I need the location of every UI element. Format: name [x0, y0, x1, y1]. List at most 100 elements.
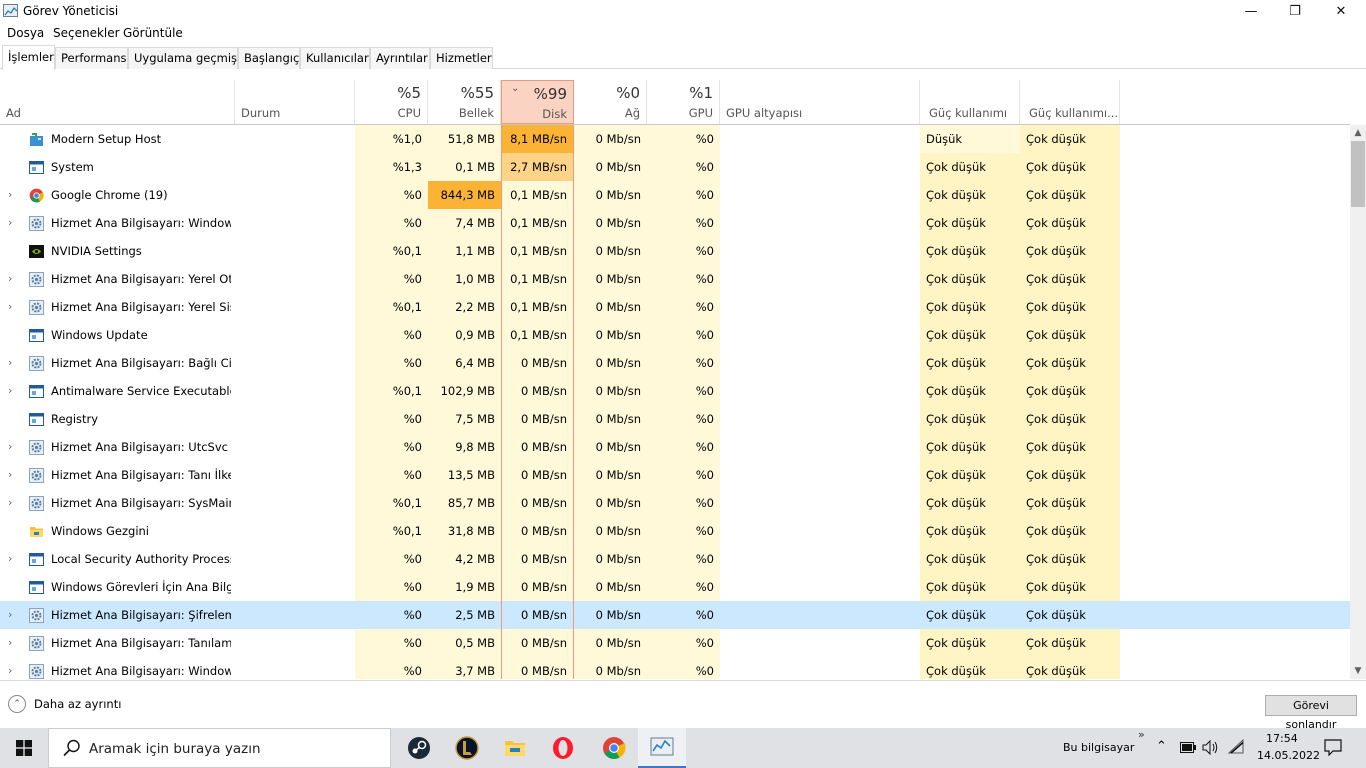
col-memory[interactable]: %55 Bellek	[428, 80, 501, 124]
tab-details[interactable]: Ayrıntılar	[370, 47, 430, 69]
expand-chevron-icon[interactable]: ›	[8, 545, 12, 573]
tab-performance[interactable]: Performans	[55, 47, 128, 69]
clock-time[interactable]: 17:54	[1266, 732, 1298, 745]
table-row[interactable]: › Antimalware Service Executable %0,1 102,9…	[0, 377, 1350, 405]
fewer-details-button[interactable]: ⌃ Daha az ayrıntı	[8, 695, 121, 713]
end-task-button[interactable]: Görevi sonlandır	[1265, 695, 1357, 731]
table-row[interactable]: › Hizmet Ana Bilgisayarı: SysMain %0,1 85,7…	[0, 489, 1350, 517]
tray-chevron-up-icon[interactable]: ⌃	[1156, 739, 1167, 754]
menu-view[interactable]: Görüntüle	[123, 26, 183, 40]
table-row[interactable]: Windows Görevleri İçin Ana Bilg... %0 1,9 …	[0, 573, 1350, 601]
expand-chevron-icon[interactable]: ›	[8, 181, 12, 209]
taskbar-opera[interactable]	[539, 728, 587, 768]
taskbar-task-manager[interactable]	[638, 728, 686, 768]
expand-chevron-icon[interactable]: ›	[8, 349, 12, 377]
table-row[interactable]: › Google Chrome (19) %0 844,3 MB 0,1 MB/sn 0 …	[0, 181, 1350, 209]
gpu-cell: %0	[647, 377, 720, 405]
cpu-cell: %0	[355, 181, 428, 209]
col-cpu-pct: %5	[397, 84, 421, 102]
col-name[interactable]: Ad	[0, 80, 235, 124]
scroll-up-icon[interactable]: ▲	[1350, 125, 1366, 141]
table-row[interactable]: Registry %0 7,5 MB 0 MB/sn 0 Mb/sn %0 Çok düşü…	[0, 405, 1350, 433]
expand-chevron-icon[interactable]: ›	[8, 601, 12, 629]
table-row[interactable]: NVIDIA Settings %0,1 1,1 MB 0,1 MB/sn 0 Mb/s…	[0, 237, 1350, 265]
network-cell: 0 Mb/sn	[574, 349, 647, 377]
battery-icon[interactable]	[1180, 742, 1196, 753]
memory-cell: 7,5 MB	[428, 405, 501, 433]
vertical-scrollbar[interactable]: ▲ ▼	[1350, 125, 1366, 679]
process-name: Hizmet Ana Bilgisayarı: Şifrelem...	[51, 608, 231, 622]
start-button[interactable]	[0, 728, 48, 768]
cpu-cell: %0,1	[355, 517, 428, 545]
expand-chevron-icon[interactable]: ›	[8, 377, 12, 405]
taskbar-chrome[interactable]	[590, 728, 638, 768]
table-row[interactable]: › Local Security Authority Process... %0 4,…	[0, 545, 1350, 573]
tab-services[interactable]: Hizmetler	[430, 47, 493, 69]
col-gpu-label: GPU	[688, 106, 713, 120]
tab-startup[interactable]: Başlangıç	[238, 47, 300, 69]
power-trend-cell: Çok düşük	[1020, 349, 1120, 377]
table-row[interactable]: › Hizmet Ana Bilgisayarı: UtcSvc %0 9,8 MB 0…	[0, 433, 1350, 461]
menu-file[interactable]: Dosya	[7, 26, 44, 40]
table-row[interactable]: › Hizmet Ana Bilgisayarı: Şifrelem... %0 2,…	[0, 601, 1350, 629]
table-row[interactable]: System %1,3 0,1 MB 2,7 MB/sn 0 Mb/sn %0 Çok dü…	[0, 153, 1350, 181]
col-status[interactable]: Durum	[235, 80, 355, 124]
power-cell: Çok düşük	[920, 601, 1020, 629]
table-row[interactable]: › Hizmet Ana Bilgisayarı: Bağlı Ci... %0 6,…	[0, 349, 1350, 377]
taskbar-file-explorer[interactable]	[491, 728, 539, 768]
col-network[interactable]: %0 Ağ	[574, 80, 647, 124]
table-row[interactable]: › Hizmet Ana Bilgisayarı: Yerel Sis... %0,…	[0, 293, 1350, 321]
scroll-down-icon[interactable]: ▼	[1350, 663, 1366, 679]
gear-icon	[29, 356, 44, 371]
expand-chevron-icon[interactable]: ›	[8, 489, 12, 517]
cpu-cell: %0	[355, 209, 428, 237]
col-gpu-engine[interactable]: GPU altyapısı	[720, 80, 920, 124]
tab-processes[interactable]: İşlemler	[2, 45, 55, 70]
taskbar: Aramak için buraya yazın » Bu bilgisayar…	[0, 728, 1366, 768]
col-power[interactable]: Güç kullanımı	[920, 80, 1020, 124]
minimize-button[interactable]: —	[1228, 0, 1274, 22]
cpu-cell: %0,1	[355, 293, 428, 321]
expand-chevron-icon[interactable]: ›	[8, 433, 12, 461]
tab-app-history[interactable]: Uygulama geçmişi	[128, 47, 240, 69]
table-row[interactable]: › Hizmet Ana Bilgisayarı: Window... %0 7,4 …	[0, 209, 1350, 237]
expand-chevron-icon[interactable]: ›	[8, 461, 12, 489]
gpu-cell: %0	[647, 517, 720, 545]
expand-chevron-icon[interactable]: ›	[8, 265, 12, 293]
process-list[interactable]: Modern Setup Host %1,0 51,8 MB 8,1 MB/sn 0 M…	[0, 125, 1350, 679]
menu-options[interactable]: Seçenekler	[53, 26, 120, 40]
notification-icon[interactable]	[1324, 739, 1342, 756]
close-button[interactable]: ✕	[1318, 0, 1364, 22]
gpu-cell: %0	[647, 181, 720, 209]
table-row[interactable]: Modern Setup Host %1,0 51,8 MB 8,1 MB/sn 0 M…	[0, 125, 1350, 153]
table-row[interactable]: › Hizmet Ana Bilgisayarı: Yerel Ot... %0 1,…	[0, 265, 1350, 293]
speaker-icon[interactable]	[1202, 740, 1219, 755]
col-gpu[interactable]: %1 GPU	[647, 80, 720, 124]
col-cpu[interactable]: %5 CPU	[355, 80, 428, 124]
clock-date[interactable]: 14.05.2022	[1257, 749, 1320, 762]
wifi-icon[interactable]	[1227, 739, 1245, 755]
power-cell: Çok düşük	[920, 377, 1020, 405]
expand-chevron-icon[interactable]: ›	[8, 293, 12, 321]
table-row[interactable]: › Hizmet Ana Bilgisayarı: Tanı İlke... %0 1…	[0, 461, 1350, 489]
expand-chevron-icon[interactable]: ›	[8, 209, 12, 237]
location-label[interactable]: Bu bilgisayar	[1063, 741, 1134, 754]
table-row[interactable]: › Hizmet Ana Bilgisayarı: Tanılam... %0 0,5…	[0, 629, 1350, 657]
expand-chevron-icon[interactable]: ›	[8, 629, 12, 657]
table-row[interactable]: Windows Update %0 0,9 MB 0,1 MB/sn 0 Mb/sn %0…	[0, 321, 1350, 349]
maximize-button[interactable]: ❐	[1272, 0, 1318, 22]
table-row[interactable]: › Hizmet Ana Bilgisayarı: Window... %0 3,7 …	[0, 657, 1350, 679]
taskbar-league[interactable]	[443, 728, 491, 768]
tab-users[interactable]: Kullanıcılar	[300, 47, 370, 69]
table-row[interactable]: Windows Gezgini %0,1 31,8 MB 0 MB/sn 0 Mb/sn…	[0, 517, 1350, 545]
col-disk[interactable]: ⌄ %99 Disk	[501, 80, 574, 124]
title-bar[interactable]: Görev Yöneticisi — ❐ ✕	[0, 0, 1366, 22]
taskbar-search-box[interactable]: Aramak için buraya yazın	[48, 728, 391, 768]
gpu-cell: %0	[647, 601, 720, 629]
scroll-thumb[interactable]	[1351, 141, 1365, 207]
power-trend-cell: Çok düşük	[1020, 321, 1120, 349]
taskbar-steam[interactable]	[395, 728, 443, 768]
expand-chevron-icon[interactable]: ›	[8, 657, 12, 679]
fewer-details-label: Daha az ayrıntı	[34, 697, 122, 711]
col-power-trend[interactable]: Güç kullanımı...	[1020, 80, 1120, 124]
